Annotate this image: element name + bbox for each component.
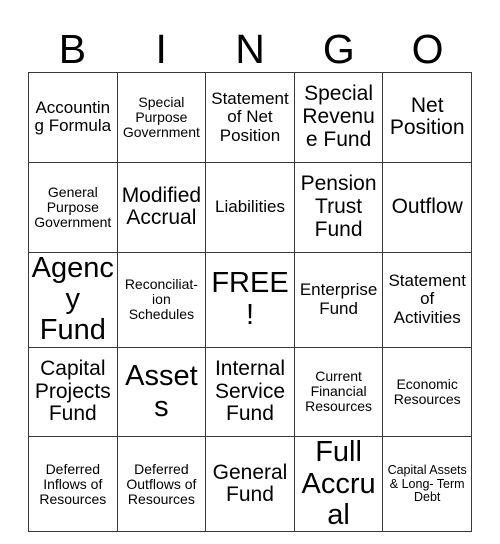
bingo-row: General Purpose Government Modified Accr… (28, 162, 472, 253)
bingo-cell-label: Economic Resources (393, 375, 461, 407)
bingo-cell-label: Capital Projects Fund (34, 356, 111, 426)
bingo-cell[interactable]: Reconciliat- ion Schedules (117, 252, 207, 348)
bingo-cell[interactable]: Capital Projects Fund (28, 347, 118, 438)
bingo-cell[interactable]: Liabilities (205, 162, 295, 253)
bingo-cell[interactable]: Internal Service Fund (205, 347, 295, 438)
bingo-cell-label: Liabilities (215, 197, 285, 217)
bingo-cell[interactable]: Agency Fund (28, 252, 118, 348)
bingo-cell-label: Outflow (391, 194, 463, 218)
bingo-cell[interactable]: Modified Accrual (117, 162, 207, 253)
bingo-card: B I N G O Accounting Formula Special Pur… (28, 18, 472, 533)
bingo-cell-label: Accounting Formula (34, 98, 112, 136)
bingo-cell-label: General Purpose Government (34, 183, 112, 230)
bingo-header-letter-b: B (58, 26, 87, 72)
bingo-cell-label: Statement of Activities (388, 271, 466, 327)
bingo-cell[interactable]: Deferred Outflows of Resources (117, 436, 207, 533)
bingo-cell-label: Statement of Net Position (211, 88, 289, 145)
bingo-cell[interactable]: Assets (117, 347, 207, 438)
bingo-header-letter-i: I (155, 26, 167, 72)
bingo-cell[interactable]: Enterprise Fund (294, 252, 384, 348)
bingo-cell-label: Reconciliat- ion Schedules (124, 275, 198, 323)
bingo-cell[interactable]: Special Revenue Fund (294, 72, 384, 163)
bingo-cell-label: Current Financial Resources (305, 368, 373, 415)
bingo-cell-label: Pension Trust Fund (300, 172, 377, 241)
bingo-cell-label: General Fund (212, 460, 288, 507)
bingo-header-letter-o: O (411, 26, 444, 72)
bingo-cell[interactable]: Statement of Net Position (205, 72, 295, 163)
bingo-cell[interactable]: Pension Trust Fund (294, 162, 384, 253)
bingo-cell-free[interactable]: FREE! (205, 252, 295, 348)
bingo-header-letter-g: G (322, 26, 355, 72)
bingo-cell-label: Special Revenue Fund (302, 82, 375, 151)
bingo-cell-label: Modified Accrual (121, 183, 202, 230)
bingo-cell[interactable]: General Purpose Government (28, 162, 118, 253)
bingo-cell[interactable]: General Fund (205, 436, 295, 533)
bingo-row: Accounting Formula Special Purpose Gover… (28, 72, 472, 163)
bingo-cell[interactable]: Capital Assets & Long- Term Debt (382, 436, 472, 533)
bingo-cell[interactable]: Net Position (382, 72, 472, 163)
bingo-cell-label: Capital Assets & Long- Term Debt (387, 463, 467, 505)
bingo-cell-label: Agency Fund (31, 252, 114, 347)
bingo-cell-label: Enterprise Fund (299, 280, 378, 318)
bingo-cell[interactable]: Economic Resources (382, 347, 472, 438)
bingo-row: Capital Projects Fund Assets Internal Se… (28, 347, 472, 438)
bingo-row: Agency Fund Reconciliat- ion Schedules F… (28, 252, 472, 348)
bingo-cell-label: Deferred Inflows of Resources (39, 460, 107, 507)
bingo-cell[interactable]: Deferred Inflows of Resources (28, 436, 118, 533)
bingo-cell-label: Deferred Outflows of Resources (126, 460, 197, 507)
bingo-cell[interactable]: Current Financial Resources (294, 347, 384, 438)
bingo-free-label: FREE! (211, 267, 289, 331)
bingo-row: Deferred Inflows of Resources Deferred O… (28, 436, 472, 533)
bingo-cell[interactable]: Special Purpose Government (117, 72, 207, 163)
bingo-header-letter-n: N (235, 26, 265, 72)
bingo-cell-label: Net Position (389, 93, 465, 140)
bingo-cell[interactable]: Outflow (382, 162, 472, 253)
bingo-cell[interactable]: Accounting Formula (28, 72, 118, 163)
bingo-grid: Accounting Formula Special Purpose Gover… (28, 72, 472, 533)
bingo-cell-label: Special Purpose Government (122, 93, 200, 140)
bingo-cell-label: Assets (125, 359, 198, 423)
bingo-cell[interactable]: Full Accrual (294, 436, 384, 533)
bingo-cell[interactable]: Statement of Activities (382, 252, 472, 348)
bingo-cell-label: Internal Service Fund (214, 356, 285, 426)
bingo-header-row: B I N G O (28, 18, 472, 72)
bingo-cell-label: Full Accrual (301, 436, 376, 531)
